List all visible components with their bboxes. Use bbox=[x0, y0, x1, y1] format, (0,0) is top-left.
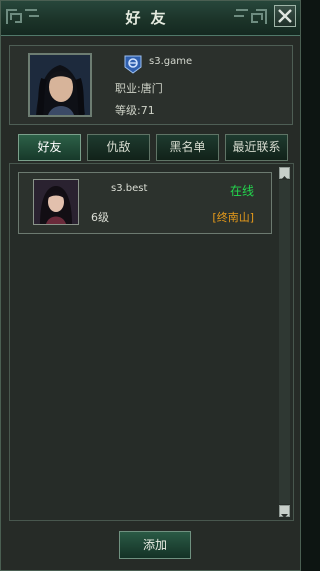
tab-blacklist[interactable]: 黑名单 bbox=[156, 134, 219, 161]
friend-avatar bbox=[33, 179, 79, 225]
friend-name: s3.best bbox=[111, 183, 148, 194]
close-button[interactable] bbox=[274, 5, 296, 27]
friends-window: 好友 s3.game 职业:唐门 等级:71 好友 仇敌 黑名单 最近联系 s3… bbox=[0, 0, 301, 571]
close-icon bbox=[278, 9, 292, 23]
player-name: s3.game bbox=[149, 56, 193, 67]
tab-enemies[interactable]: 仇敌 bbox=[87, 134, 150, 161]
player-class: 职业:唐门 bbox=[115, 82, 163, 95]
scrollbar[interactable] bbox=[279, 167, 290, 518]
player-level: 等级:71 bbox=[115, 104, 155, 117]
ornament-icon bbox=[234, 9, 267, 24]
online-status: 在线 bbox=[229, 184, 254, 198]
scroll-down-button[interactable] bbox=[279, 505, 290, 518]
tab-recent-contacts[interactable]: 最近联系 bbox=[225, 134, 288, 161]
chevron-down-icon bbox=[281, 514, 288, 518]
friends-list: s3.best 在线 6级 [终南山] bbox=[9, 163, 294, 521]
list-item[interactable]: s3.best 在线 6级 [终南山] bbox=[18, 172, 272, 234]
friend-location: [终南山] bbox=[212, 211, 254, 224]
rank-emblem-icon bbox=[124, 55, 142, 74]
tab-friends[interactable]: 好友 bbox=[18, 134, 81, 161]
player-profile: s3.game 职业:唐门 等级:71 bbox=[9, 45, 293, 125]
title-bar[interactable]: 好友 bbox=[1, 1, 300, 36]
friend-level: 6级 bbox=[91, 211, 109, 224]
scroll-track[interactable] bbox=[279, 180, 290, 504]
add-friend-button[interactable]: 添加 bbox=[119, 531, 191, 559]
scroll-up-button[interactable] bbox=[279, 167, 290, 180]
player-avatar bbox=[28, 53, 92, 117]
